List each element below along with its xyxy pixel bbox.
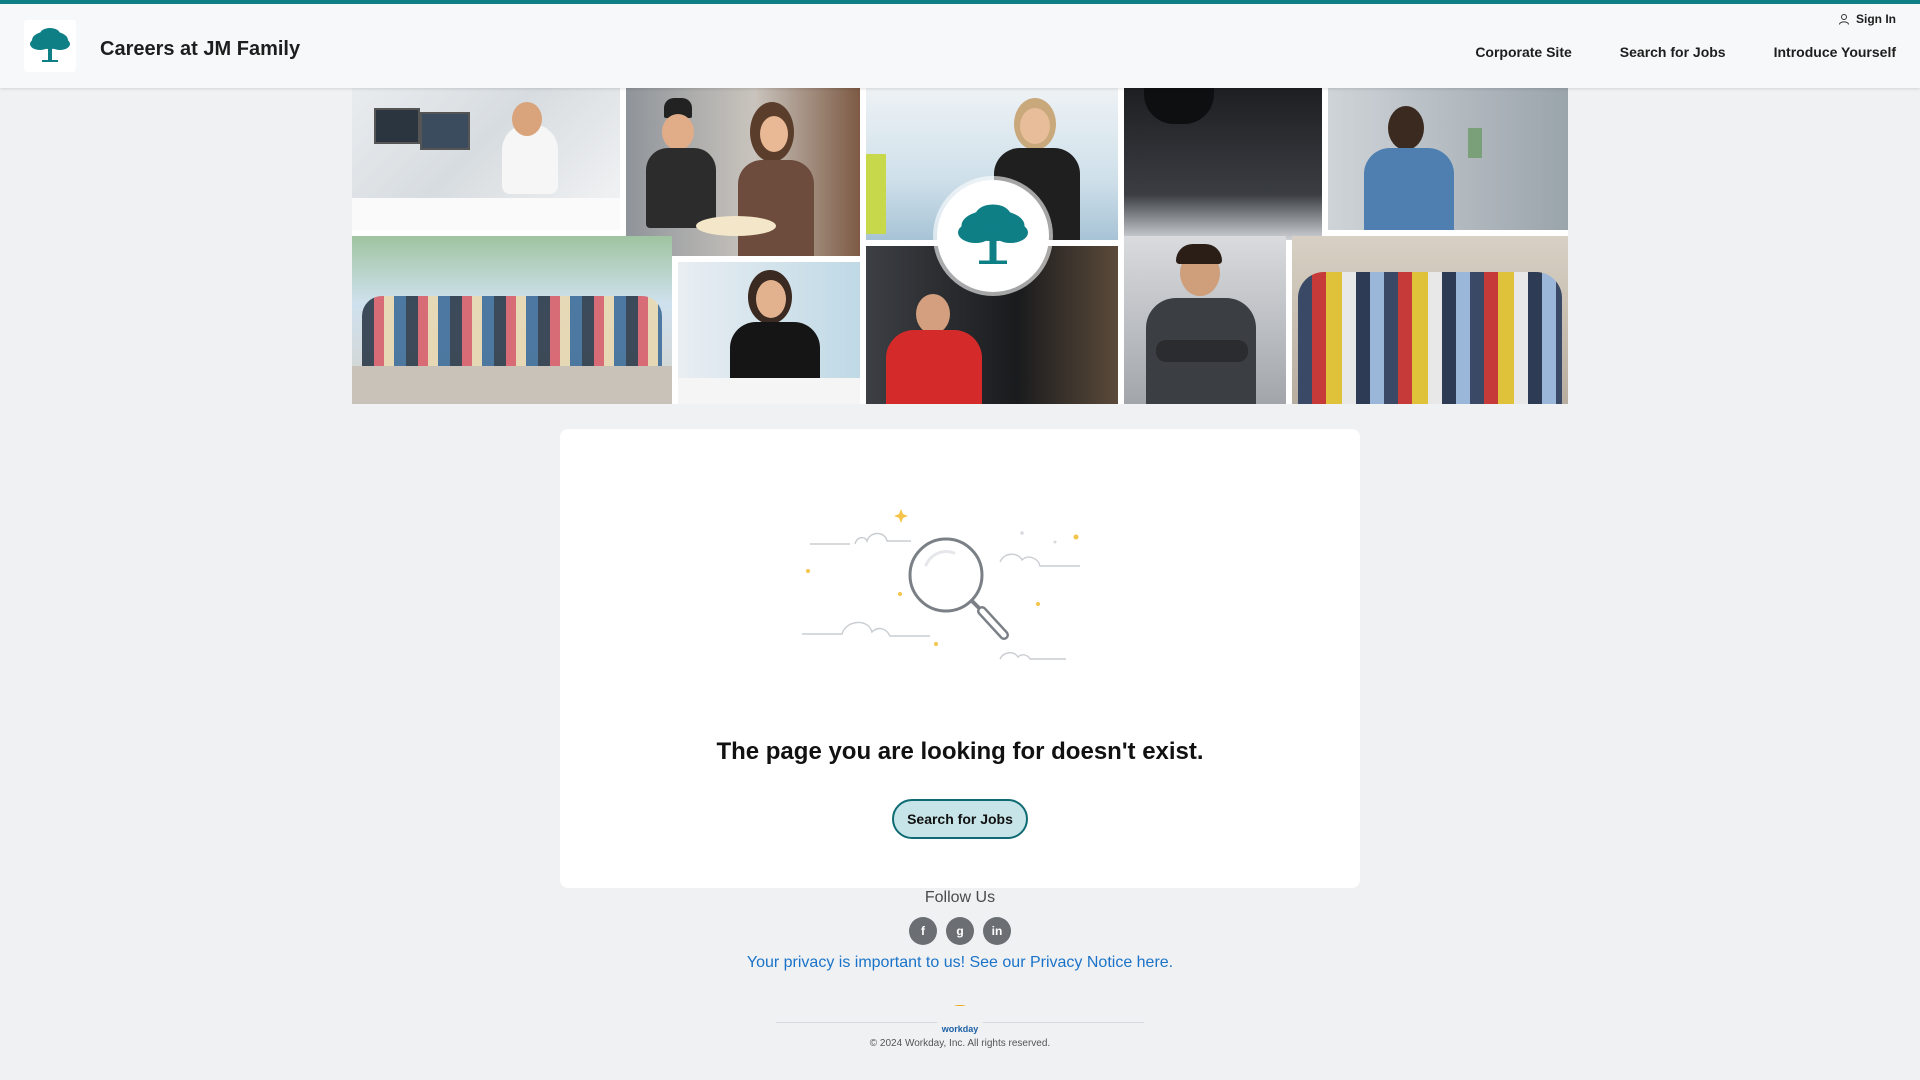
magnifier-illustration (802, 509, 1080, 660)
photo-team-group (1292, 236, 1568, 404)
photo-group-dock (352, 236, 672, 404)
nav-search-for-jobs[interactable]: Search for Jobs (1620, 44, 1726, 60)
photo-technician (1124, 236, 1286, 404)
sign-in-link[interactable]: Sign In (1838, 12, 1896, 26)
user-icon (1839, 14, 1849, 25)
search-for-jobs-button[interactable]: Search for Jobs (892, 799, 1028, 839)
nav-introduce-yourself[interactable]: Introduce Yourself (1774, 44, 1896, 60)
photo-office-desk (352, 88, 620, 230)
workday-logo-text: workday (941, 1024, 979, 1034)
banner-tree-logo (937, 180, 1049, 292)
photo-man-smiling (1328, 88, 1568, 230)
workday-logo: workday (937, 1006, 983, 1036)
error-title: The page you are looking for doesn't exi… (716, 738, 1204, 765)
glassdoor-icon[interactable]: g (946, 917, 974, 945)
copyright-text: © 2024 Workday, Inc. All rights reserved… (869, 1038, 1051, 1049)
privacy-notice-link[interactable]: Your privacy is important to us! See our… (0, 954, 1920, 972)
nav-corporate-site[interactable]: Corporate Site (1475, 44, 1571, 60)
sign-in-label: Sign In (1856, 12, 1896, 26)
site-title: Careers at JM Family (100, 38, 301, 60)
photo-car-underside (1124, 88, 1322, 240)
photo-chef-and-server (626, 88, 860, 256)
top-nav: Corporate Site Search for Jobs Introduce… (1475, 44, 1896, 60)
tree-icon (958, 204, 1028, 264)
careers-banner (352, 88, 1568, 404)
follow-us-label: Follow Us (924, 889, 996, 906)
photo-woman-laptop (678, 262, 860, 404)
facebook-icon[interactable]: f (909, 917, 937, 945)
jm-family-logo[interactable] (24, 20, 76, 72)
linkedin-icon[interactable]: in (983, 917, 1011, 945)
social-links: f g in (909, 917, 1011, 945)
not-found-card: The page you are looking for doesn't exi… (560, 429, 1360, 888)
site-header: Careers at JM Family Sign In Corporate S… (0, 0, 1920, 88)
tree-icon (30, 28, 70, 62)
